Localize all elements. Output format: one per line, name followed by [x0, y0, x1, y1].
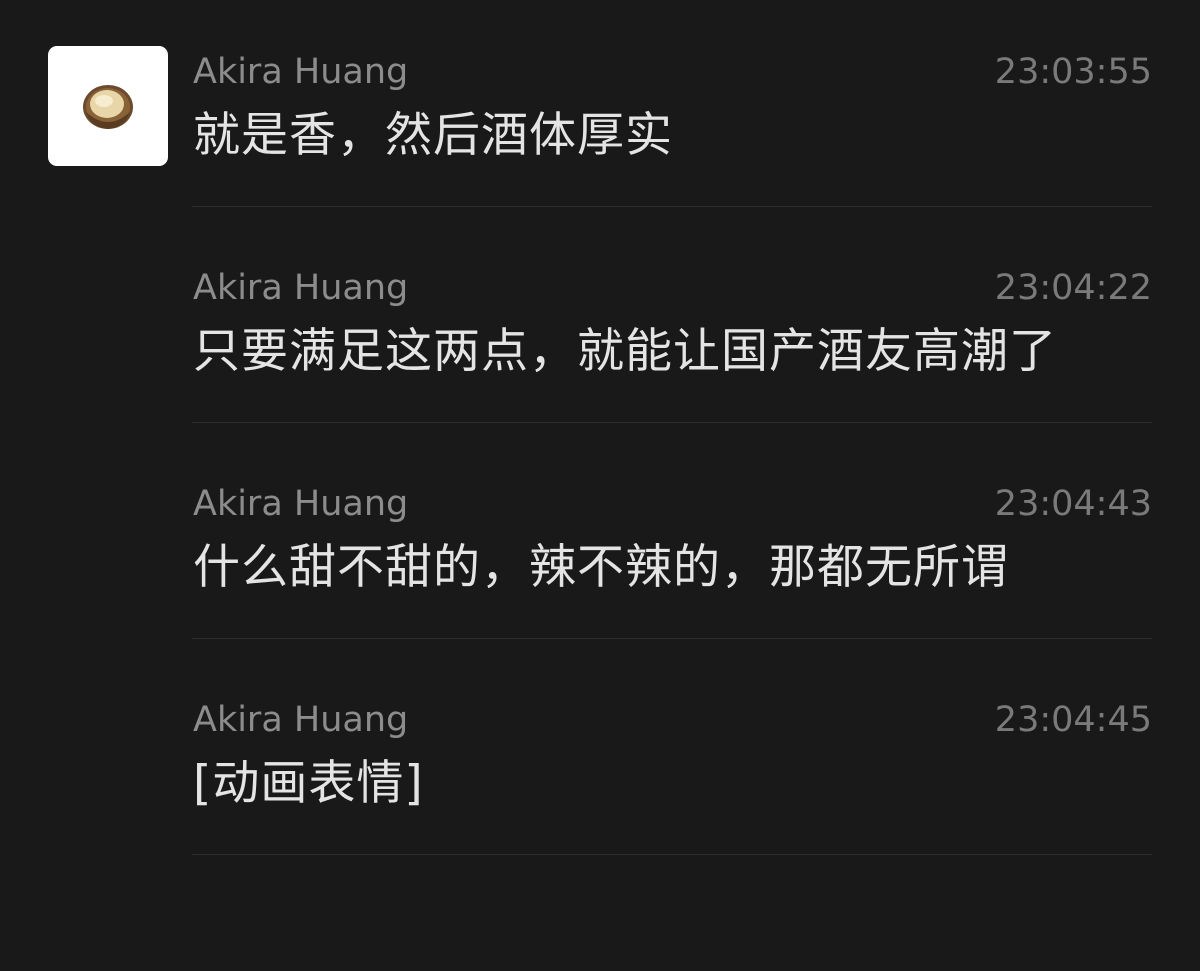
sender-name[interactable]: Akira Huang: [193, 482, 408, 526]
sender-name[interactable]: Akira Huang: [193, 698, 408, 742]
divider: [192, 422, 1152, 423]
message-item[interactable]: Akira Huang 23:04:22 只要满足这两点，就能让国产酒友高潮了: [0, 216, 1200, 432]
message-text[interactable]: 就是香，然后酒体厚实: [193, 104, 673, 168]
divider: [192, 854, 1152, 855]
message-timestamp: 23:04:22: [994, 268, 1152, 308]
chat-history-list[interactable]: Akira Huang 23:03:55 就是香，然后酒体厚实 Akira Hu…: [0, 0, 1200, 971]
divider: [192, 638, 1152, 639]
message-item[interactable]: Akira Huang 23:03:55 就是香，然后酒体厚实: [0, 0, 1200, 216]
message-timestamp: 23:04:43: [994, 484, 1152, 524]
sender-name[interactable]: Akira Huang: [193, 266, 408, 310]
avatar[interactable]: [48, 46, 168, 166]
sender-name[interactable]: Akira Huang: [193, 50, 408, 94]
divider: [192, 206, 1152, 207]
message-timestamp: 23:04:45: [994, 700, 1152, 740]
message-timestamp: 23:03:55: [994, 52, 1152, 92]
message-text[interactable]: 什么甜不甜的，辣不辣的，那都无所谓: [193, 536, 1009, 600]
message-text[interactable]: 只要满足这两点，就能让国产酒友高潮了: [193, 320, 1057, 384]
message-item[interactable]: Akira Huang 23:04:43 什么甜不甜的，辣不辣的，那都无所谓: [0, 432, 1200, 648]
message-text[interactable]: [动画表情]: [193, 752, 424, 816]
macadamia-nut-icon: [83, 85, 133, 129]
message-item[interactable]: Akira Huang 23:04:45 [动画表情]: [0, 648, 1200, 864]
